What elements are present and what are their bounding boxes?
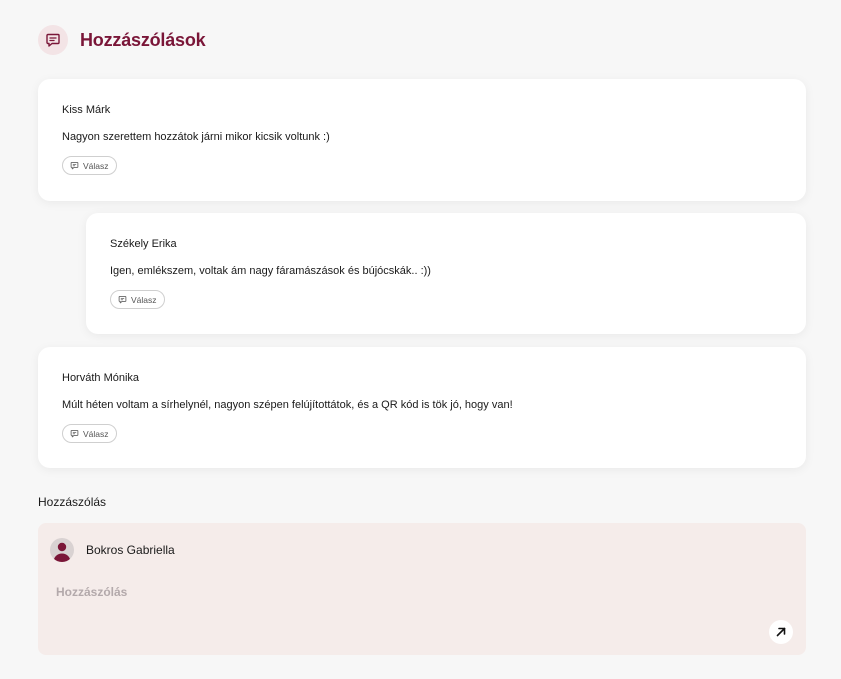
page-header: Hozzászólások <box>38 25 206 55</box>
comment-input[interactable] <box>50 580 750 604</box>
comment-composer: Bokros Gabriella <box>38 523 806 655</box>
comment-icon <box>70 161 79 170</box>
reply-button[interactable]: Válasz <box>62 424 117 443</box>
avatar <box>50 538 74 562</box>
arrow-up-right-icon <box>776 627 786 637</box>
comment-author: Székely Erika <box>110 238 177 250</box>
reply-button[interactable]: Válasz <box>110 290 165 309</box>
comment-card-reply: Székely Erika Igen, emlékszem, voltak ám… <box>86 213 806 334</box>
reply-label: Válasz <box>83 428 109 439</box>
comment-author: Horváth Mónika <box>62 372 140 384</box>
comment-text: Nagyon szerettem hozzátok járni mikor ki… <box>62 131 330 143</box>
reply-button[interactable]: Válasz <box>62 156 117 175</box>
comment-card: Horváth Mónika Múlt héten voltam a sírhe… <box>38 347 806 468</box>
reply-label: Válasz <box>131 294 157 305</box>
send-button[interactable] <box>769 620 793 644</box>
comment-card: Kiss Márk Nagyon szerettem hozzátok járn… <box>38 79 806 201</box>
current-user-name: Bokros Gabriella <box>86 543 175 557</box>
reply-label: Válasz <box>83 160 109 171</box>
page-title: Hozzászólások <box>80 29 206 50</box>
comment-icon <box>70 429 79 438</box>
comment-text: Múlt héten voltam a sírhelynél, nagyon s… <box>62 399 513 411</box>
comment-author: Kiss Márk <box>62 104 111 116</box>
user-icon <box>53 542 71 562</box>
composer-section-label: Hozzászólás <box>38 495 107 509</box>
comment-icon <box>38 25 68 55</box>
comment-text: Igen, emlékszem, voltak ám nagy fáramász… <box>110 265 431 277</box>
comment-icon <box>118 295 127 304</box>
